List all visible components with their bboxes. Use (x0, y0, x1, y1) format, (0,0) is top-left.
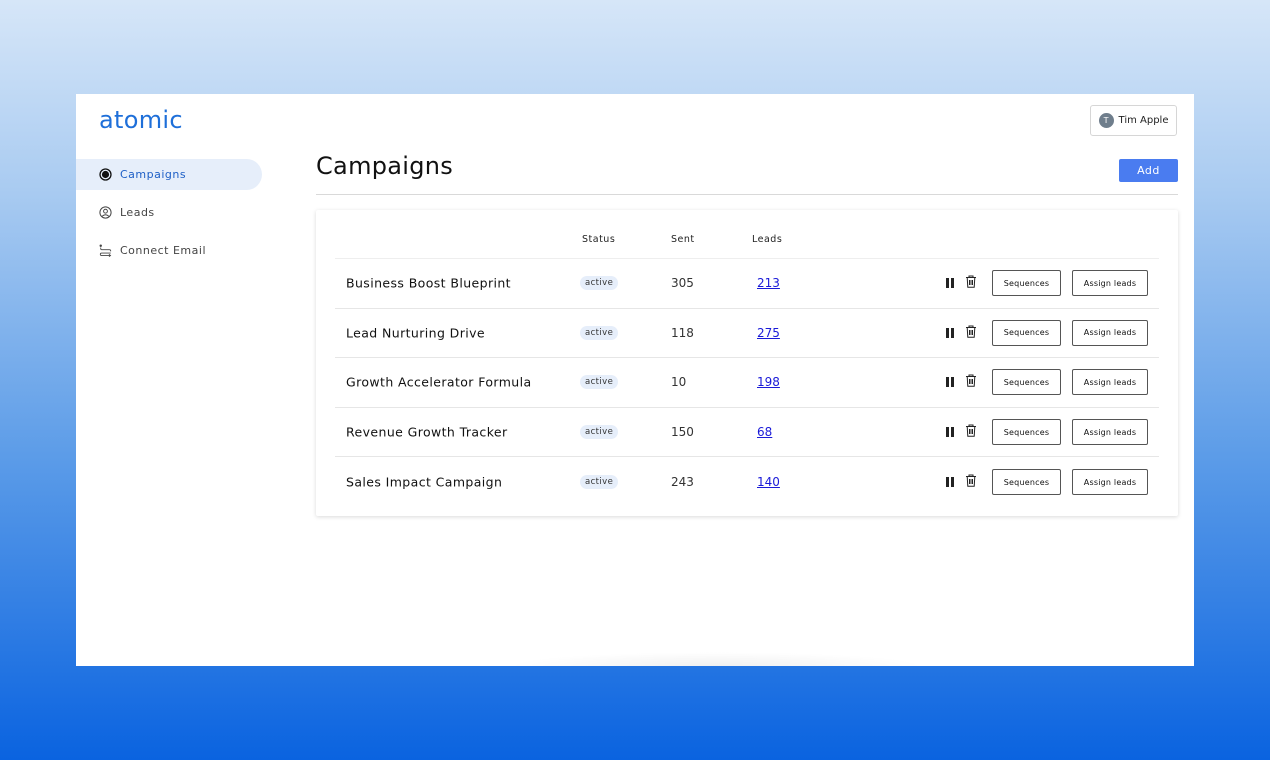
status-badge: active (580, 475, 619, 490)
user-menu-button[interactable]: T Tim Apple (1090, 105, 1177, 136)
sidebar-item-label: Connect Email (120, 244, 206, 257)
sent-count: 118 (671, 325, 694, 340)
app-window: atomic T Tim Apple Campaigns Leads Conne… (76, 94, 1194, 666)
campaign-name[interactable]: Lead Nurturing Drive (346, 325, 485, 340)
assign-leads-button[interactable]: Assign leads (1072, 270, 1148, 297)
leads-count-link[interactable]: 275 (757, 326, 780, 340)
trash-icon[interactable] (965, 473, 977, 492)
status-badge: active (580, 425, 619, 440)
sequences-button[interactable]: Sequences (992, 319, 1061, 346)
sequences-button[interactable]: Sequences (992, 469, 1061, 496)
sequences-button[interactable]: Sequences (992, 270, 1061, 297)
divider (316, 194, 1178, 195)
assign-leads-button[interactable]: Assign leads (1072, 419, 1148, 446)
sent-count: 243 (671, 475, 694, 490)
assign-leads-button[interactable]: Assign leads (1072, 369, 1148, 396)
user-circle-icon (99, 206, 112, 219)
leads-count-link[interactable]: 140 (757, 475, 780, 489)
campaign-name[interactable]: Business Boost Blueprint (346, 276, 511, 291)
assign-leads-button[interactable]: Assign leads (1072, 469, 1148, 496)
leads-count-link[interactable]: 198 (757, 375, 780, 389)
status-badge: active (580, 375, 619, 390)
sidebar-item-connect-email[interactable]: Connect Email (76, 235, 262, 266)
sequences-button[interactable]: Sequences (992, 369, 1061, 396)
status-badge: active (580, 325, 619, 340)
column-header-sent: Sent (671, 234, 695, 245)
sent-count: 305 (671, 276, 694, 291)
sidebar: Campaigns Leads Connect Email (76, 159, 262, 273)
table-row: Growth Accelerator Formula active 10 198… (335, 358, 1159, 408)
app-logo: atomic (99, 106, 183, 134)
column-header-status: Status (582, 234, 616, 245)
pause-icon[interactable] (946, 427, 954, 438)
campaigns-card: Status Sent Leads Business Boost Bluepri… (316, 210, 1178, 516)
table-row: Business Boost Blueprint active 305 213 … (335, 259, 1159, 309)
campaign-name[interactable]: Growth Accelerator Formula (346, 375, 532, 390)
campaign-name[interactable]: Revenue Growth Tracker (346, 425, 508, 440)
status-badge: active (580, 276, 619, 291)
sequences-button[interactable]: Sequences (992, 419, 1061, 446)
assign-leads-button[interactable]: Assign leads (1072, 319, 1148, 346)
campaigns-table: Status Sent Leads Business Boost Bluepri… (335, 232, 1159, 507)
radio-filled-icon (99, 168, 112, 181)
sidebar-item-label: Campaigns (120, 168, 187, 181)
user-name: Tim Apple (1118, 115, 1169, 126)
add-campaign-button[interactable]: Add (1119, 159, 1178, 182)
pause-icon[interactable] (946, 377, 954, 388)
leads-count-link[interactable]: 68 (757, 425, 772, 439)
trash-icon[interactable] (965, 274, 977, 293)
table-row: Sales Impact Campaign active 243 140 Seq… (335, 457, 1159, 507)
pause-icon[interactable] (946, 278, 954, 289)
sent-count: 150 (671, 425, 694, 440)
connect-arrows-icon (99, 244, 112, 258)
leads-count-link[interactable]: 213 (757, 276, 780, 290)
sent-count: 10 (671, 375, 687, 390)
main-content: Campaigns Add Status Sent Leads Business… (316, 152, 1178, 516)
decorative-shadow (506, 652, 926, 666)
sidebar-item-label: Leads (120, 206, 155, 219)
table-row: Lead Nurturing Drive active 118 275 Sequ… (335, 309, 1159, 359)
sidebar-item-campaigns[interactable]: Campaigns (76, 159, 262, 190)
trash-icon[interactable] (965, 373, 977, 392)
trash-icon[interactable] (965, 323, 977, 342)
pause-icon[interactable] (946, 327, 954, 338)
sidebar-item-leads[interactable]: Leads (76, 197, 262, 228)
avatar: T (1098, 113, 1114, 128)
column-header-leads: Leads (752, 234, 783, 245)
table-header: Status Sent Leads (335, 232, 1159, 259)
page-title: Campaigns (316, 152, 454, 180)
campaign-name[interactable]: Sales Impact Campaign (346, 475, 502, 490)
table-row: Revenue Growth Tracker active 150 68 Seq… (335, 408, 1159, 458)
pause-icon[interactable] (946, 477, 954, 488)
trash-icon[interactable] (965, 423, 977, 442)
